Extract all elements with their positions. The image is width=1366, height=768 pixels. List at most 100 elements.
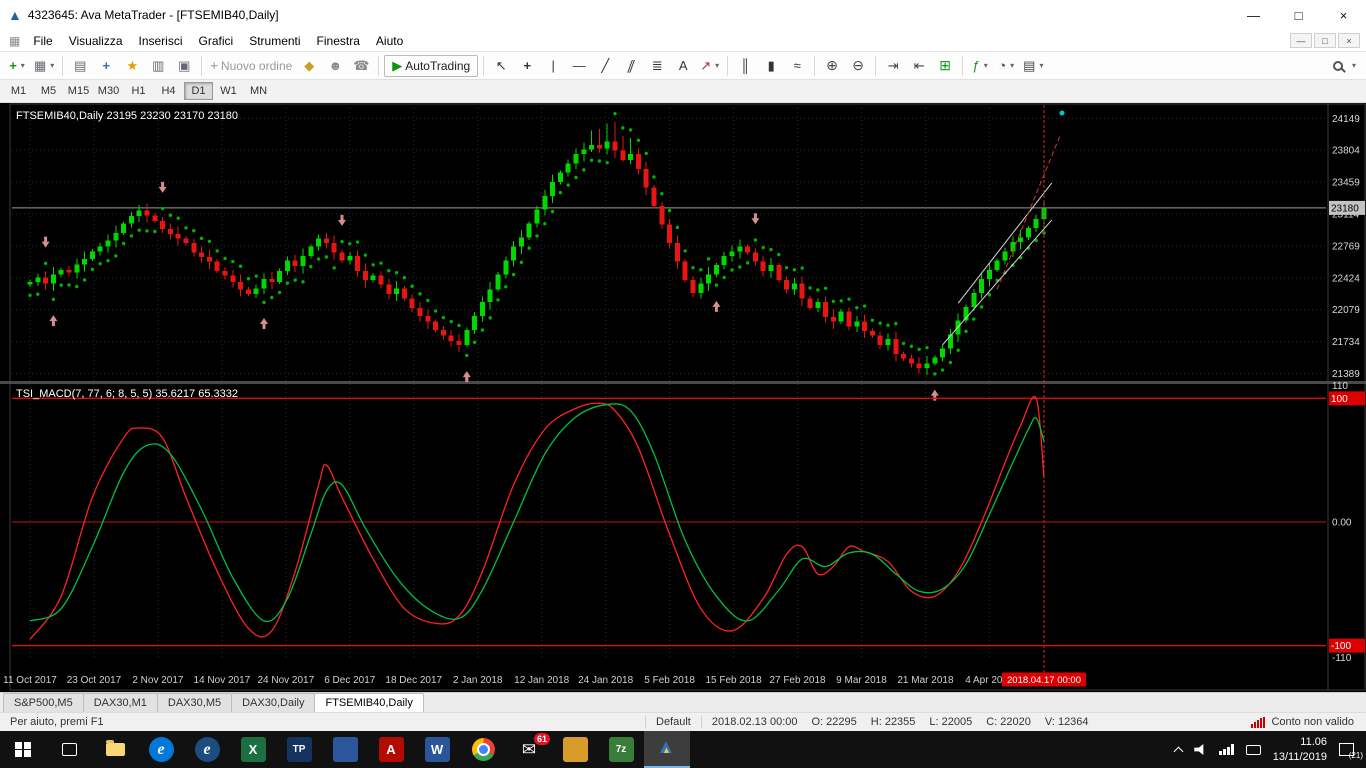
chart-window-button[interactable]: ▤ — [68, 55, 92, 77]
chart-tab-dax30-m5[interactable]: DAX30,M5 — [157, 693, 232, 712]
mdi-minimize-button[interactable]: — — [1290, 33, 1312, 48]
mail-app[interactable]: ✉61 — [506, 731, 552, 768]
fibonacci-button[interactable]: ≣ — [645, 55, 669, 77]
menu-visualizza[interactable]: Visualizza — [61, 30, 131, 51]
timeframe-button-h4[interactable]: H4 — [154, 82, 183, 100]
start-button[interactable] — [0, 731, 46, 768]
chart-tab-s-p500-m5[interactable]: S&P500,M5 — [3, 693, 84, 712]
zoom-out-button[interactable]: ⊖ — [846, 55, 870, 77]
alerts-button[interactable]: ◆ — [297, 55, 321, 77]
menu-aiuto[interactable]: Aiuto — [368, 30, 411, 51]
timeframe-button-d1[interactable]: D1 — [184, 82, 213, 100]
metatrader-app[interactable]: ▲▲ — [644, 731, 690, 768]
writer-app[interactable]: W — [414, 731, 460, 768]
close-button[interactable]: × — [1321, 0, 1366, 30]
toolbar-overflow-icon[interactable]: ▾ — [1352, 61, 1356, 70]
touch-keyboard-icon[interactable] — [1246, 745, 1261, 755]
zoom-in-button[interactable]: ⊕ — [820, 55, 844, 77]
chart-tab-dax30-daily[interactable]: DAX30,Daily — [231, 693, 315, 712]
equidistant-channel-button[interactable]: ∥ — [619, 55, 643, 77]
seven-zip-app[interactable]: 7z — [598, 731, 644, 768]
edge-browser[interactable]: e — [138, 731, 184, 768]
contacts-icon: ☻ — [328, 58, 342, 73]
new-order-button[interactable]: +▾ — [5, 55, 29, 77]
nuovo-ordine-button[interactable]: +Nuovo ordine — [207, 55, 295, 77]
indicators-button[interactable]: ƒ▾ — [968, 55, 992, 77]
chart-area[interactable]: 2414923804234592311422769224242207921734… — [0, 103, 1366, 692]
trading-platform-app[interactable]: TP — [276, 731, 322, 768]
panel-separator[interactable] — [0, 381, 1366, 384]
cursor-button[interactable]: ↖ — [489, 55, 513, 77]
search-icon[interactable] — [1333, 61, 1343, 71]
minimize-button[interactable]: — — [1231, 0, 1276, 30]
volume-icon[interactable] — [1194, 744, 1207, 755]
timeframe-button-m5[interactable]: M5 — [34, 82, 63, 100]
line-chart-button[interactable]: ≈ — [785, 55, 809, 77]
chart-shift-button[interactable]: ⇤ — [907, 55, 931, 77]
chart-tab-dax30-m1[interactable]: DAX30,M1 — [83, 693, 158, 712]
maximize-button[interactable]: □ — [1276, 0, 1321, 30]
new-chart-button[interactable]: ▦▾ — [31, 55, 57, 77]
market-watch-button[interactable]: + — [94, 55, 118, 77]
arrows-dropdown-icon[interactable]: ▾ — [715, 61, 719, 70]
svg-text:15 Feb 2018: 15 Feb 2018 — [705, 675, 762, 686]
data-window-button[interactable]: ★ — [120, 55, 144, 77]
timeframe-button-mn[interactable]: MN — [244, 82, 273, 100]
vertical-line-button[interactable]: | — [541, 55, 565, 77]
action-center-icon[interactable]: (21) — [1339, 743, 1354, 756]
trendline-button[interactable]: ╱ — [593, 55, 617, 77]
periods-dropdown-icon[interactable]: ▾ — [1010, 61, 1014, 70]
new-order-dropdown-icon[interactable]: ▾ — [21, 61, 25, 70]
svg-text:100: 100 — [1331, 394, 1348, 405]
network-icon[interactable] — [1219, 744, 1234, 755]
task-view-button[interactable] — [46, 731, 92, 768]
timeframe-button-h1[interactable]: H1 — [124, 82, 153, 100]
file-explorer[interactable] — [92, 731, 138, 768]
contacts-button[interactable]: ☻ — [323, 55, 347, 77]
taskbar-clock[interactable]: 11.06 13/11/2019 — [1273, 735, 1327, 764]
timeframe-button-m15[interactable]: M15 — [64, 82, 93, 100]
candlestick-chart-button[interactable]: ▮ — [759, 55, 783, 77]
crosshair-button[interactable]: + — [515, 55, 539, 77]
new-chart-dropdown-icon[interactable]: ▾ — [50, 61, 54, 70]
tile-windows-button[interactable]: ⊞ — [933, 55, 957, 77]
bar-chart-button[interactable]: ║ — [733, 55, 757, 77]
mdi-close-button[interactable]: × — [1338, 33, 1360, 48]
edge-browser-icon: e — [149, 737, 174, 762]
alerts-icon: ◆ — [304, 58, 314, 74]
chart-tab-ftsemib40-daily[interactable]: FTSEMIB40,Daily — [314, 693, 423, 712]
arrows-button[interactable]: ↗▾ — [697, 55, 722, 77]
hidden-icons-chevron-icon[interactable] — [1174, 746, 1184, 756]
menu-grafici[interactable]: Grafici — [191, 30, 242, 51]
timeframe-button-m1[interactable]: M1 — [4, 82, 33, 100]
indicators-dropdown-icon[interactable]: ▾ — [984, 61, 988, 70]
menu-strumenti[interactable]: Strumenti — [241, 30, 308, 51]
timeframe-button-w1[interactable]: W1 — [214, 82, 243, 100]
date-axis: 11 Oct 201723 Oct 20172 Nov 201714 Nov 2… — [3, 673, 1086, 687]
clock-time: 11.06 — [1273, 735, 1327, 749]
mdi-restore-button[interactable]: □ — [1314, 33, 1336, 48]
office-grid-app[interactable] — [322, 731, 368, 768]
excel-app[interactable]: X — [230, 731, 276, 768]
timeframe-button-m30[interactable]: M30 — [94, 82, 123, 100]
templates-dropdown-icon[interactable]: ▾ — [1039, 61, 1043, 70]
terminal-button[interactable]: ▣ — [172, 55, 196, 77]
periods-button[interactable]: ◔▾ — [994, 55, 1018, 77]
status-profile[interactable]: Default — [646, 713, 701, 731]
menu-finestra[interactable]: Finestra — [309, 30, 368, 51]
menu-inserisci[interactable]: Inserisci — [131, 30, 191, 51]
horizontal-line-button[interactable]: — — [567, 55, 591, 77]
acrobat-app[interactable]: A — [368, 731, 414, 768]
menu-file[interactable]: File — [25, 30, 60, 51]
browser-2[interactable]: e — [184, 731, 230, 768]
templates-button[interactable]: ▤▾ — [1020, 55, 1046, 77]
sounds-button[interactable]: ☎ — [349, 55, 373, 77]
auto-scroll-button[interactable]: ⇥ — [881, 55, 905, 77]
chrome-browser[interactable] — [460, 731, 506, 768]
chart-canvas[interactable]: 2414923804234592311422769224242207921734… — [0, 103, 1366, 692]
photos-app[interactable] — [552, 731, 598, 768]
text-label-button[interactable]: A — [671, 55, 695, 77]
navigator-button[interactable]: ▥ — [146, 55, 170, 77]
autotrading-button[interactable]: ▶AutoTrading — [384, 55, 478, 77]
quote-low: L: 22005 — [929, 716, 972, 728]
